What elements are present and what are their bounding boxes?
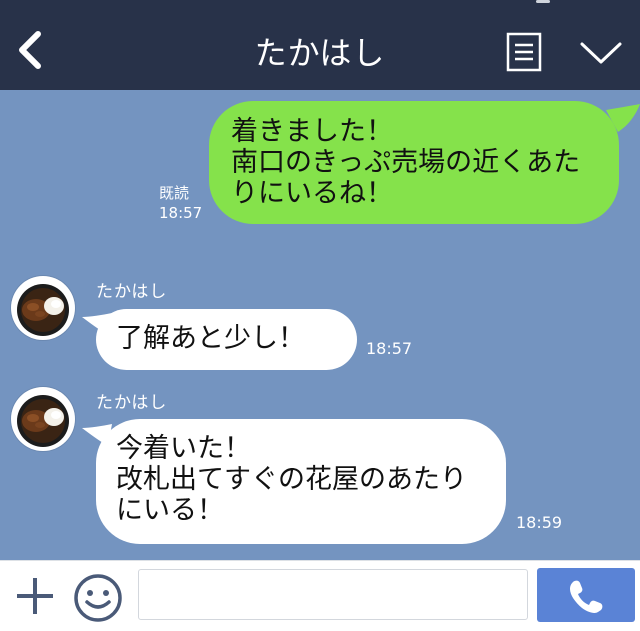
message-time: 18:59 (516, 513, 563, 532)
plus-icon (17, 578, 53, 614)
menu-button[interactable] (506, 32, 542, 72)
received-message-bubble[interactable]: 今着いた！ 改札出てすぐの花屋のあたりにいる！ (96, 419, 506, 544)
avatar[interactable] (11, 387, 75, 451)
chevron-down-icon (580, 42, 622, 64)
received-message-bubble[interactable]: 了解あと少し！ (96, 309, 357, 370)
phone-icon (570, 580, 603, 613)
add-button[interactable] (12, 573, 58, 619)
curry-rice-avatar (13, 389, 73, 449)
curry-rice-avatar (13, 278, 73, 338)
call-button[interactable] (537, 568, 635, 622)
smile-icon (74, 574, 122, 622)
avatar[interactable] (11, 276, 75, 340)
chat-title: たかはし (254, 34, 386, 72)
my-message-bubble[interactable]: 着きました！ 南口のきっぷ売場の近くあたりにいるね！ (209, 101, 619, 224)
menu-list-icon (506, 32, 542, 72)
read-receipt: 既読 (159, 184, 190, 202)
sender-name: たかはし (96, 282, 168, 302)
message-time: 18:57 (159, 204, 203, 222)
expand-button[interactable] (578, 38, 624, 68)
message-time: 18:57 (366, 339, 413, 358)
chat-header: たかはし (0, 0, 640, 90)
bubble-tail (606, 104, 640, 132)
input-bar (0, 560, 640, 631)
status-indicator (536, 0, 550, 3)
message-input[interactable] (138, 569, 528, 620)
sender-name: たかはし (96, 393, 168, 413)
sticker-button[interactable] (72, 572, 124, 624)
